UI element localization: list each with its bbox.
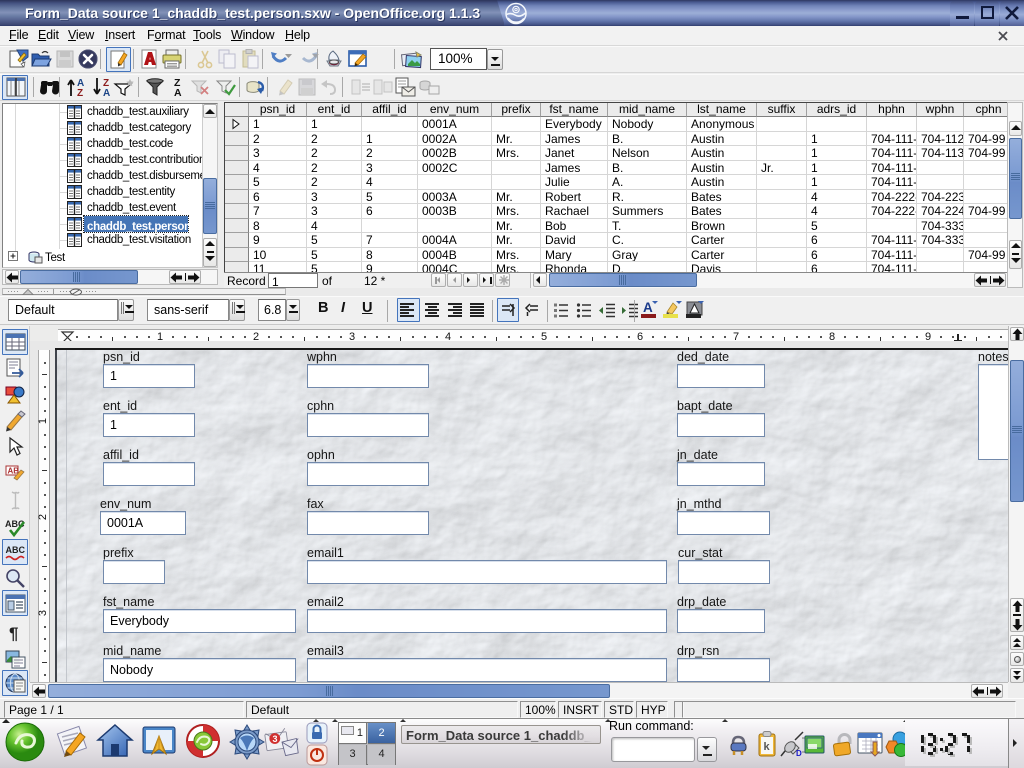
svg-text:3: 3: [273, 734, 278, 744]
svg-text:ABC: ABC: [6, 545, 26, 555]
svg-text:A: A: [174, 87, 182, 99]
svg-text:Z: Z: [77, 88, 83, 99]
svg-text:k: k: [764, 741, 771, 753]
svg-text:A: A: [103, 88, 110, 99]
